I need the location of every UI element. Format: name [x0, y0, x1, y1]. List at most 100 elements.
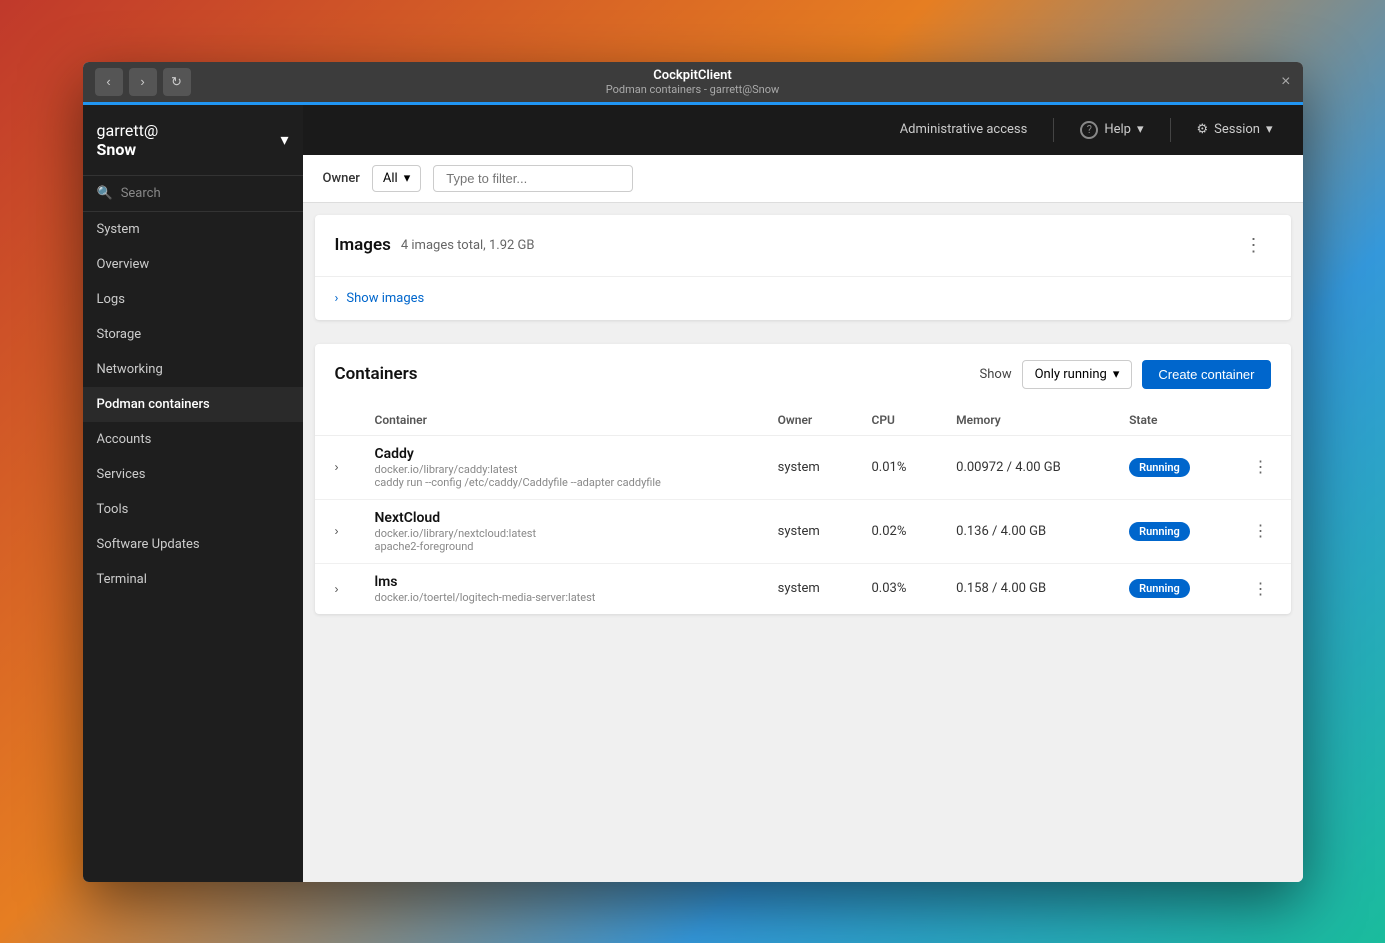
containers-header: Containers Show Only running ▾ Create co…	[315, 344, 1291, 405]
container-cell-2: lms docker.io/toertel/logitech-media-ser…	[359, 563, 762, 614]
images-menu-button[interactable]: ⋮	[1237, 231, 1271, 260]
titlebar: ‹ › ↻ CockpitClient Podman containers - …	[83, 62, 1303, 102]
show-images-label: Show images	[346, 291, 424, 306]
help-label: Help	[1104, 122, 1131, 137]
container-cmd-0: caddy run --config /etc/caddy/Caddyfile …	[375, 476, 746, 489]
session-button[interactable]: ⚙ Session ▾	[1187, 116, 1283, 143]
reload-button[interactable]: ↻	[163, 68, 191, 96]
sidebar-item-overview[interactable]: Overview	[83, 247, 303, 282]
topbar: Administrative access ? Help ▾ ⚙ Session…	[303, 105, 1303, 155]
containers-tbody: › Caddy docker.io/library/caddy:latest c…	[315, 435, 1291, 614]
gear-icon: ⚙	[1197, 122, 1209, 137]
row-menu-button-2[interactable]: ⋮	[1247, 577, 1275, 601]
containers-title: Containers	[335, 364, 418, 384]
table-row: › Caddy docker.io/library/caddy:latest c…	[315, 435, 1291, 499]
only-running-dropdown[interactable]: Only running ▾	[1022, 360, 1133, 389]
sidebar-user[interactable]: garrett@ Snow ▾	[83, 105, 303, 176]
owner-cell-2: system	[762, 563, 856, 614]
container-name-0: Caddy	[375, 446, 746, 462]
row-actions-0: ⋮	[1231, 435, 1291, 499]
create-container-button[interactable]: Create container	[1142, 360, 1270, 389]
container-cell-1: NextCloud docker.io/library/nextcloud:la…	[359, 499, 762, 563]
row-actions-1: ⋮	[1231, 499, 1291, 563]
titlebar-controls: ‹ › ↻	[95, 68, 191, 96]
username: garrett@	[97, 121, 159, 140]
images-title: Images	[335, 235, 391, 255]
cpu-cell-1: 0.02%	[855, 499, 940, 563]
owner-cell-0: system	[762, 435, 856, 499]
sidebar-item-tools[interactable]: Tools	[83, 492, 303, 527]
sidebar-item-networking[interactable]: Networking	[83, 352, 303, 387]
titlebar-center: CockpitClient Podman containers - garret…	[606, 68, 780, 96]
help-button[interactable]: ? Help ▾	[1070, 115, 1153, 145]
expand-button-0[interactable]: ›	[331, 458, 343, 476]
back-button[interactable]: ‹	[95, 68, 123, 96]
col-container: Container	[359, 405, 762, 436]
forward-button[interactable]: ›	[129, 68, 157, 96]
filter-bar: Owner All ▾	[303, 155, 1303, 203]
container-name-2: lms	[375, 574, 746, 590]
col-expand	[315, 405, 359, 436]
sidebar-item-services[interactable]: Services	[83, 457, 303, 492]
sidebar-item-software-updates[interactable]: Software Updates	[83, 527, 303, 562]
memory-cell-1: 0.136 / 4.00 GB	[940, 499, 1113, 563]
owner-select[interactable]: All ▾	[372, 165, 421, 192]
col-owner: Owner	[762, 405, 856, 436]
sidebar-item-terminal[interactable]: Terminal	[83, 562, 303, 597]
show-images-link[interactable]: › Show images	[315, 277, 1291, 320]
sidebar-item-logs[interactable]: Logs	[83, 282, 303, 317]
containers-table: ContainerOwnerCPUMemoryState › Caddy doc…	[315, 405, 1291, 614]
expand-cell: ›	[315, 499, 359, 563]
sidebar-search[interactable]: 🔍 Search	[83, 176, 303, 212]
container-image-0: docker.io/library/caddy:latest	[375, 463, 746, 476]
running-chevron-icon: ▾	[1113, 367, 1120, 382]
memory-cell-0: 0.00972 / 4.00 GB	[940, 435, 1113, 499]
owner-cell-1: system	[762, 499, 856, 563]
question-icon: ?	[1080, 121, 1098, 139]
only-running-label: Only running	[1035, 367, 1107, 382]
show-label: Show	[980, 367, 1012, 382]
sidebar: garrett@ Snow ▾ 🔍 Search SystemOverviewL…	[83, 105, 303, 882]
main-layout: garrett@ Snow ▾ 🔍 Search SystemOverviewL…	[83, 105, 1303, 882]
user-info: garrett@ Snow	[97, 121, 159, 159]
expand-button-2[interactable]: ›	[331, 580, 343, 598]
containers-controls: Show Only running ▾ Create container	[980, 360, 1271, 389]
col-memory: Memory	[940, 405, 1113, 436]
admin-access-button[interactable]: Administrative access	[890, 116, 1038, 143]
close-button[interactable]: ×	[1281, 73, 1290, 91]
images-section-header: Images 4 images total, 1.92 GB ⋮	[315, 215, 1291, 277]
row-menu-button-0[interactable]: ⋮	[1247, 455, 1275, 479]
expand-button-1[interactable]: ›	[331, 522, 343, 540]
search-label: Search	[121, 186, 161, 201]
topbar-divider-1	[1053, 118, 1054, 142]
cpu-cell-2: 0.03%	[855, 563, 940, 614]
row-menu-button-1[interactable]: ⋮	[1247, 519, 1275, 543]
container-name-1: NextCloud	[375, 510, 746, 526]
topbar-divider-2	[1170, 118, 1171, 142]
all-label: All	[383, 171, 398, 186]
col-state: State	[1113, 405, 1230, 436]
memory-cell-2: 0.158 / 4.00 GB	[940, 563, 1113, 614]
state-cell-0: Running	[1113, 435, 1230, 499]
col-cpu: CPU	[855, 405, 940, 436]
sidebar-item-system[interactable]: System	[83, 212, 303, 247]
sidebar-item-podman-containers[interactable]: Podman containers	[83, 387, 303, 422]
help-chevron-icon: ▾	[1137, 122, 1144, 137]
table-row: › NextCloud docker.io/library/nextcloud:…	[315, 499, 1291, 563]
images-section: Images 4 images total, 1.92 GB ⋮ › Show …	[315, 215, 1291, 320]
expand-cell: ›	[315, 563, 359, 614]
sidebar-nav: SystemOverviewLogsStorageNetworkingPodma…	[83, 212, 303, 597]
cpu-cell-0: 0.01%	[855, 435, 940, 499]
window-subtitle: Podman containers - garrett@Snow	[606, 83, 780, 96]
sidebar-item-storage[interactable]: Storage	[83, 317, 303, 352]
filter-input[interactable]	[433, 165, 633, 192]
show-images-chevron-icon: ›	[335, 291, 339, 306]
sidebar-item-accounts[interactable]: Accounts	[83, 422, 303, 457]
container-image-1: docker.io/library/nextcloud:latest	[375, 527, 746, 540]
content-area: Owner All ▾ Images 4 images total, 1.92 …	[303, 155, 1303, 882]
row-actions-2: ⋮	[1231, 563, 1291, 614]
table-row: › lms docker.io/toertel/logitech-media-s…	[315, 563, 1291, 614]
containers-section: Containers Show Only running ▾ Create co…	[315, 344, 1291, 614]
owner-chevron-icon: ▾	[404, 171, 411, 186]
admin-label: Administrative access	[900, 122, 1028, 137]
